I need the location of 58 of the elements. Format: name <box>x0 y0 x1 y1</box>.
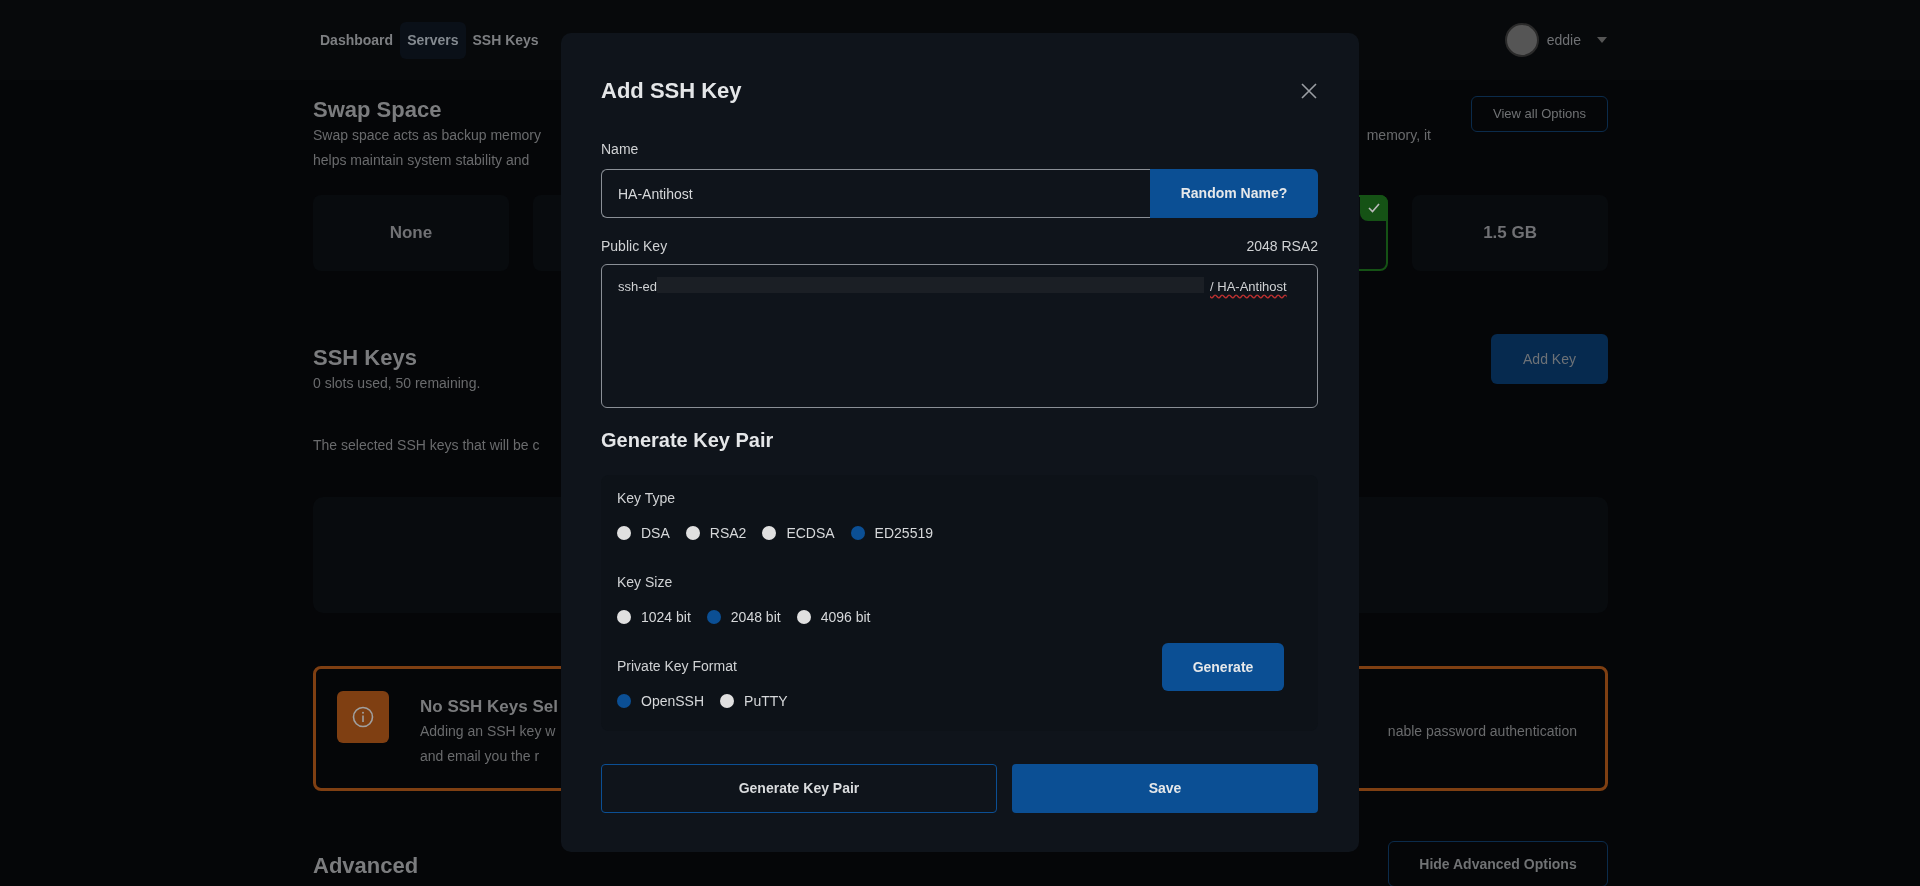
name-input[interactable]: HA-Antihost <box>601 169 1150 218</box>
card-label: None <box>389 222 433 245</box>
description-text: helps maintain system stability and <box>313 151 530 170</box>
save-button[interactable]: Save <box>1012 764 1318 813</box>
radio-label[interactable]: ECDSA <box>786 522 835 544</box>
field-label: Name <box>601 140 640 158</box>
radio-label[interactable]: DSA <box>641 522 670 544</box>
section-title: SSH Keys <box>313 345 418 371</box>
radio-label[interactable]: 4096 bit <box>820 606 871 628</box>
alert-text: nable password authentication <box>1387 722 1577 741</box>
avatar[interactable] <box>1504 23 1539 57</box>
usage-text: 0 slots used, 50 remaining. <box>313 374 481 393</box>
nav-tab[interactable]: Servers <box>400 21 466 59</box>
alert-text: Adding an SSH key w <box>420 722 556 741</box>
radio-button[interactable] <box>850 526 865 540</box>
section-title: Advanced <box>313 853 419 880</box>
group-label: Key Type <box>617 489 677 507</box>
radio-label[interactable]: RSA2 <box>709 522 747 544</box>
radio-label[interactable]: ED25519 <box>874 522 933 544</box>
radio-button[interactable] <box>617 610 631 624</box>
radio-label[interactable]: 1024 bit <box>641 606 691 628</box>
radio-button[interactable] <box>762 526 777 540</box>
radio-button[interactable] <box>796 610 811 624</box>
group-label: Private Key Format <box>617 657 738 675</box>
note-text: The selected SSH keys that will be c <box>313 437 540 453</box>
section-title: Generate Key Pair <box>601 428 775 452</box>
generate-pair-button[interactable]: Generate Key Pair <box>601 764 997 813</box>
caret-icon <box>1597 37 1607 43</box>
alert-text: and email you the r <box>420 747 540 766</box>
radio-label[interactable]: 2048 bit <box>730 606 781 628</box>
random-name-button[interactable]: Random Name? <box>1150 169 1318 218</box>
swap-option-card[interactable]: None <box>313 195 509 271</box>
radio-button[interactable] <box>685 526 700 540</box>
close-button[interactable] <box>1300 82 1318 100</box>
description-text: memory, it <box>1366 126 1431 145</box>
group-label: Key Size <box>617 573 674 591</box>
hide-options-button[interactable]: Hide Advanced Options <box>1388 841 1608 886</box>
radio-label[interactable]: OpenSSH <box>641 690 705 712</box>
section-title: Swap Space <box>313 97 443 123</box>
modal-title: Add SSH Key <box>601 78 742 104</box>
nav-tab[interactable]: SSH Keys <box>465 21 546 59</box>
radio-label[interactable]: PuTTY <box>744 690 788 712</box>
nav-tab[interactable]: Dashboard <box>313 21 401 59</box>
user-name[interactable]: eddie <box>1546 29 1581 51</box>
public-key-field[interactable]: ssh-ed / HA-Antihost <box>601 264 1318 408</box>
radio-button[interactable] <box>617 526 631 540</box>
radio-button[interactable] <box>706 610 721 624</box>
info-icon <box>337 691 389 743</box>
view-options-button[interactable]: View all Options <box>1471 96 1608 132</box>
field-label: Public Key <box>601 237 668 255</box>
alert-title: No SSH Keys Sel <box>420 697 558 716</box>
radio-button[interactable] <box>720 694 735 708</box>
key-type-text: 2048 RSA2 <box>1246 237 1318 255</box>
generate-button[interactable]: Generate <box>1162 643 1284 691</box>
card-label: 1.5 GB <box>1483 222 1537 245</box>
swap-option-card[interactable]: 1.5 GB <box>1412 195 1608 271</box>
description-text: Swap space acts as backup memory <box>313 126 541 145</box>
radio-button[interactable] <box>617 694 631 708</box>
